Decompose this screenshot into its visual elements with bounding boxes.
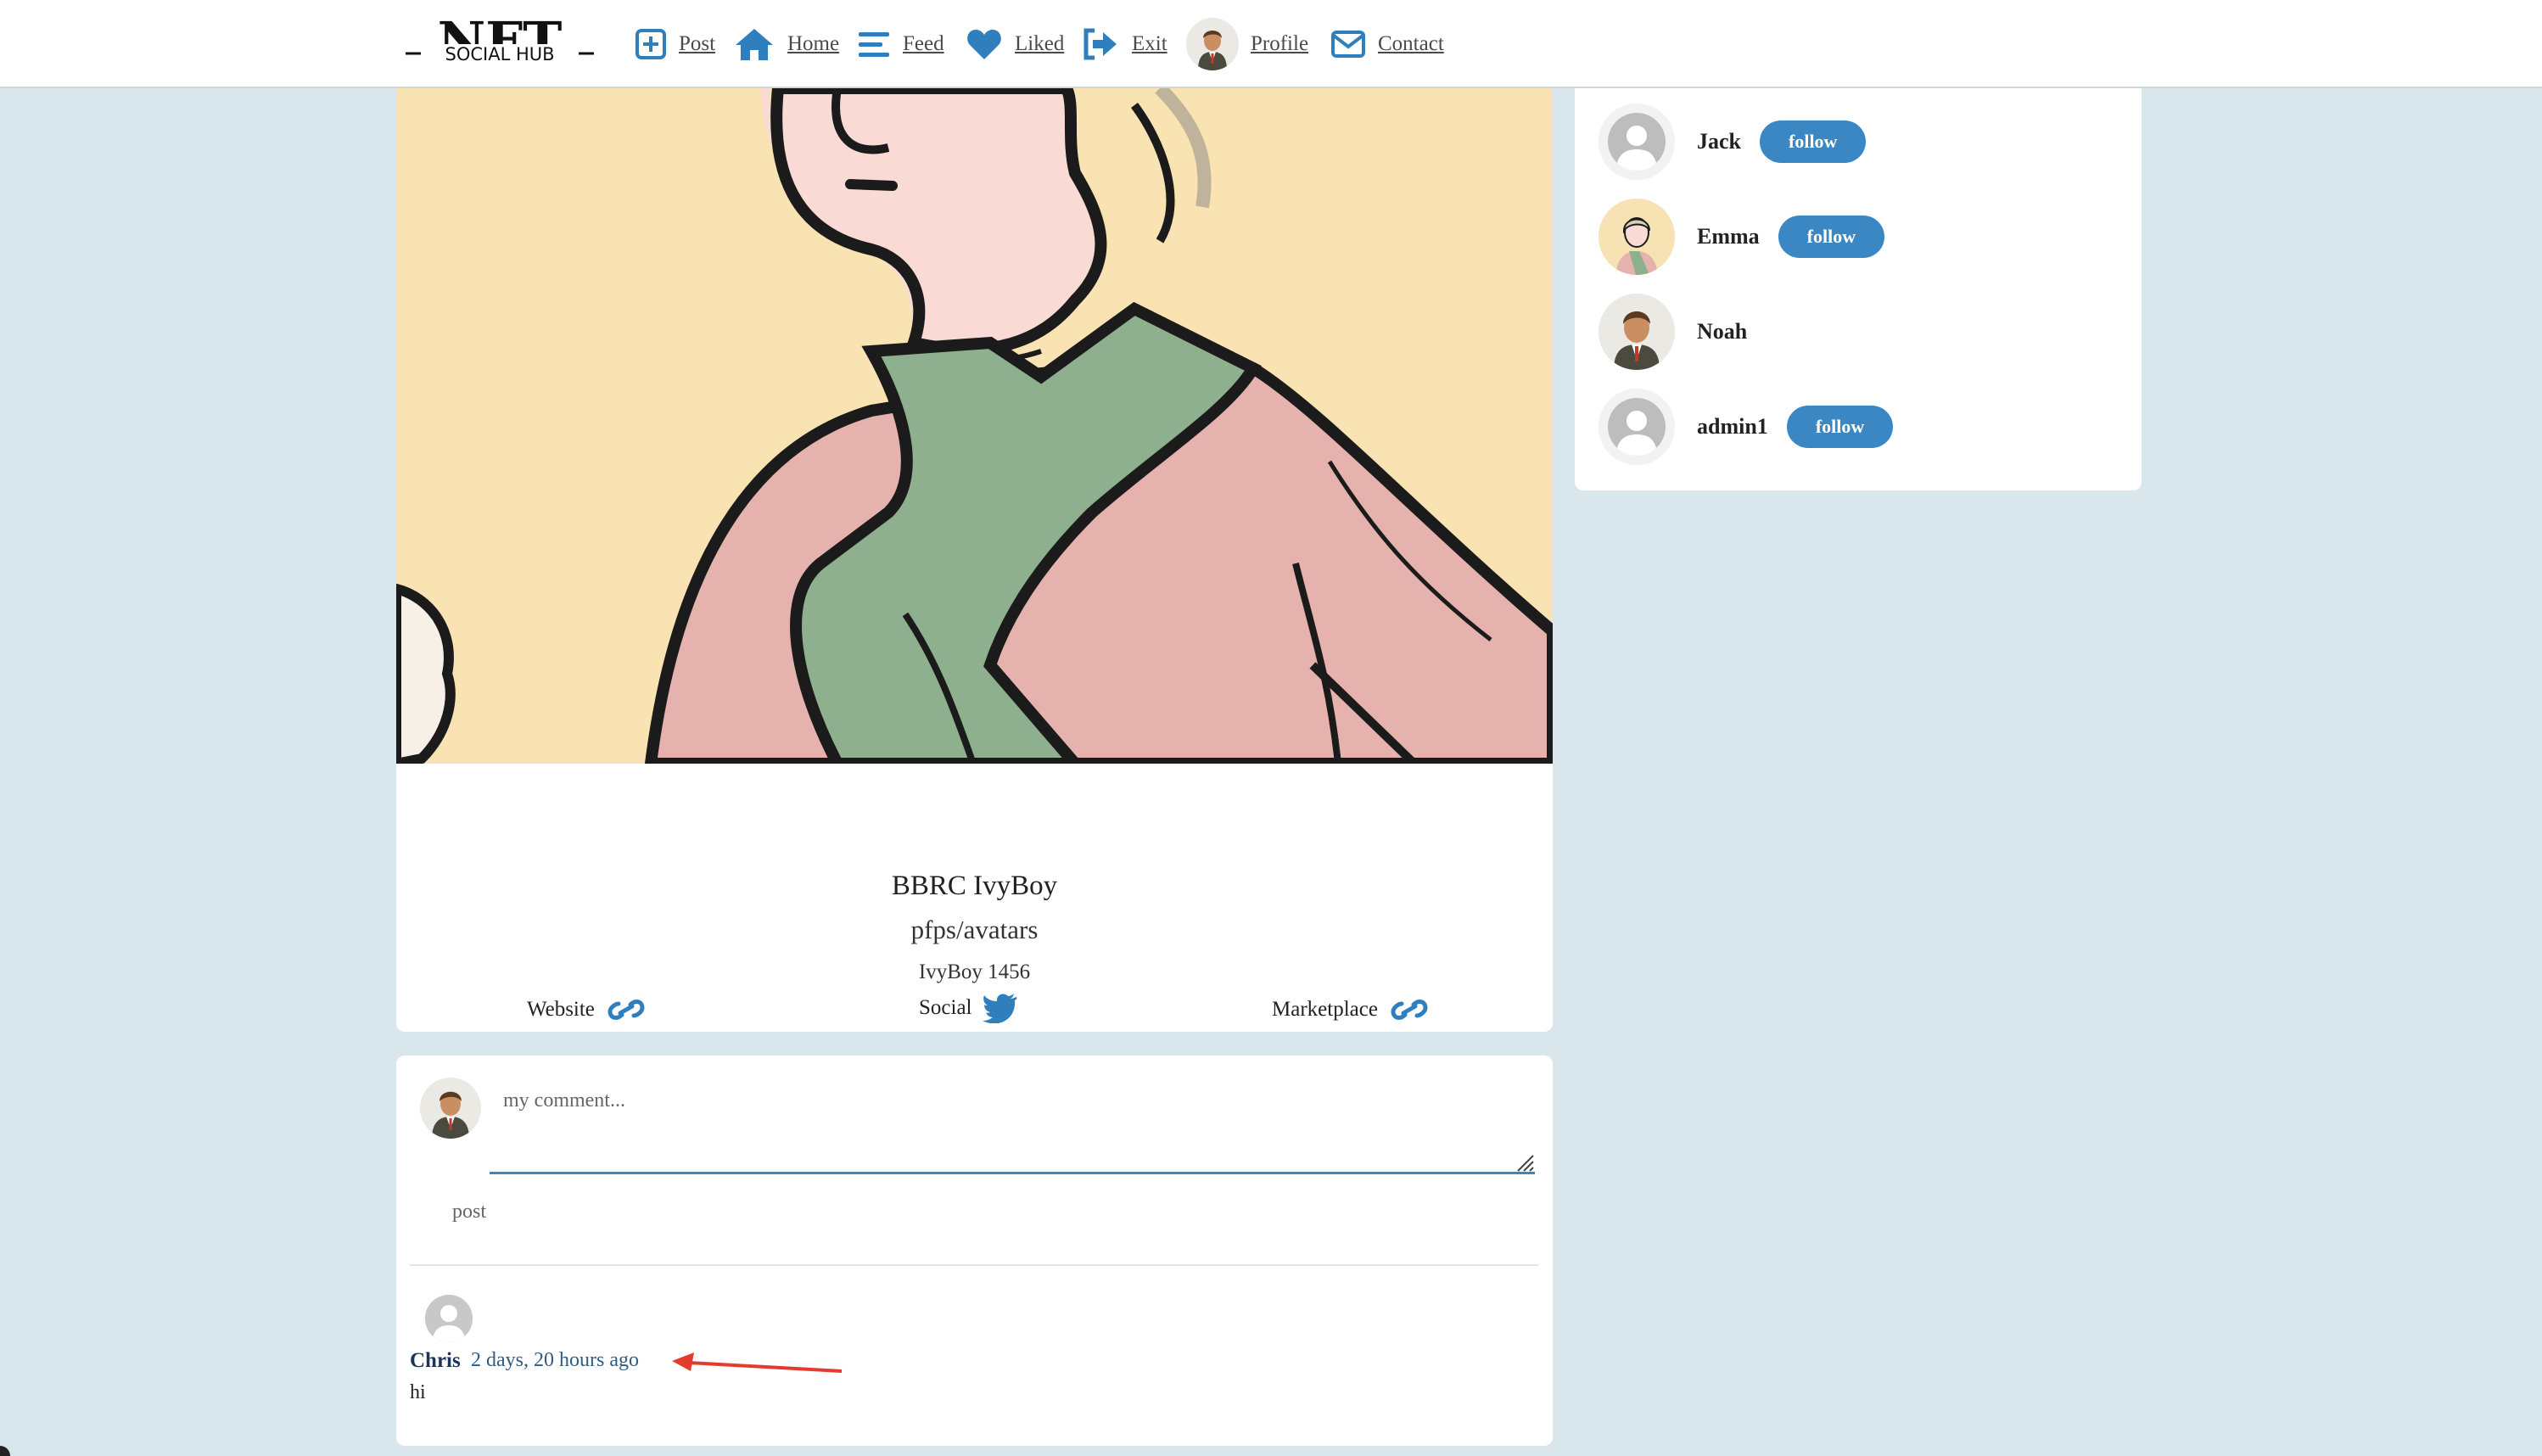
link-icon	[1391, 1000, 1428, 1020]
user-row-emma: Emma follow	[1599, 199, 2108, 275]
nav-contact[interactable]: Contact	[1330, 17, 1444, 71]
post-info: BBRC IvyBoy pfps/avatars IvyBoy 1456 Web…	[396, 764, 1553, 1032]
user-name[interactable]: Noah	[1697, 319, 1747, 344]
nav-contact-label: Contact	[1378, 32, 1444, 55]
nav-exit[interactable]: Exit	[1083, 17, 1167, 71]
divider	[410, 1264, 1538, 1266]
follow-button[interactable]: follow	[1760, 120, 1867, 163]
envelope-icon	[1331, 31, 1365, 58]
sign-out-icon	[1083, 28, 1117, 60]
nav-home-label: Home	[787, 32, 840, 55]
comment-author-avatar	[425, 1295, 473, 1342]
user-name[interactable]: admin1	[1697, 414, 1768, 440]
nav-post-label: Post	[679, 32, 716, 55]
heart-icon	[967, 30, 1001, 59]
nav-feed-label: Feed	[903, 32, 944, 55]
post-comment-button[interactable]: post	[447, 1200, 491, 1224]
comment-text: hi	[410, 1381, 426, 1403]
twitter-icon	[982, 994, 1016, 1023]
user-row-noah: Noah	[1599, 294, 2108, 370]
annotation-arrow-icon	[672, 1352, 843, 1373]
nav-post[interactable]: Post	[635, 17, 715, 71]
user-row-admin1: admin1 follow	[1599, 389, 2108, 465]
post-card: BBRC IvyBoy pfps/avatars IvyBoy 1456 Web…	[396, 88, 1553, 1032]
nft-social-hub-logo[interactable]: NFT SOCIAL HUB	[402, 15, 597, 76]
user-avatar[interactable]	[1599, 199, 1675, 275]
follow-button[interactable]: follow	[1778, 216, 1885, 258]
user-row-jack: Jack follow	[1599, 104, 2108, 180]
user-avatar[interactable]	[1599, 104, 1675, 180]
nft-artwork-image	[396, 88, 1553, 764]
user-avatar[interactable]	[1599, 294, 1675, 370]
marketplace-link[interactable]: Marketplace	[1272, 993, 1431, 1027]
follow-button[interactable]: follow	[1786, 406, 1894, 448]
user-avatar[interactable]	[1599, 389, 1675, 465]
comments-section: post Chris 2 days, 20 hours ago hi	[396, 1056, 1553, 1446]
social-link[interactable]: Social	[919, 993, 1018, 1023]
nav-home[interactable]: Home	[733, 17, 839, 71]
nav-liked-label: Liked	[1015, 32, 1065, 55]
top-navbar: NFT SOCIAL HUB Post Home Feed Liked Exit…	[0, 0, 2542, 88]
comment-author[interactable]: Chris	[410, 1349, 461, 1373]
comment-timestamp: 2 days, 20 hours ago	[471, 1349, 639, 1371]
website-link[interactable]: Website	[527, 993, 647, 1027]
marketplace-link-label: Marketplace	[1272, 998, 1378, 1021]
profile-avatar	[1186, 18, 1239, 70]
user-name[interactable]: Jack	[1697, 129, 1741, 154]
plus-square-icon	[636, 29, 666, 59]
link-icon	[608, 1000, 645, 1020]
bars-icon	[859, 32, 889, 57]
nav-feed[interactable]: Feed	[857, 17, 944, 71]
nft-category: pfps/avatars	[910, 915, 1039, 944]
suggested-users-panel: Jack follow Emma follow Noah admin1 foll…	[1575, 88, 2142, 490]
home-icon	[736, 29, 773, 60]
website-link-label: Website	[527, 998, 595, 1021]
nav-profile-label: Profile	[1251, 32, 1309, 55]
nft-name: BBRC IvyBoy	[891, 871, 1058, 901]
social-link-label: Social	[919, 996, 972, 1019]
resize-handle-icon[interactable]	[1515, 1152, 1535, 1173]
user-name[interactable]: Emma	[1697, 224, 1760, 249]
comment-input[interactable]	[490, 1072, 1535, 1174]
svg-text:SOCIAL HUB: SOCIAL HUB	[445, 44, 554, 64]
nav-profile[interactable]: Profile	[1186, 17, 1308, 71]
post-links: Website Social Marketplace	[396, 993, 1553, 1032]
window-corner	[0, 1446, 10, 1456]
nav-exit-label: Exit	[1132, 32, 1167, 55]
nft-token-id: IvyBoy 1456	[918, 960, 1031, 983]
current-user-avatar	[420, 1078, 481, 1139]
nav-liked[interactable]: Liked	[966, 17, 1064, 71]
